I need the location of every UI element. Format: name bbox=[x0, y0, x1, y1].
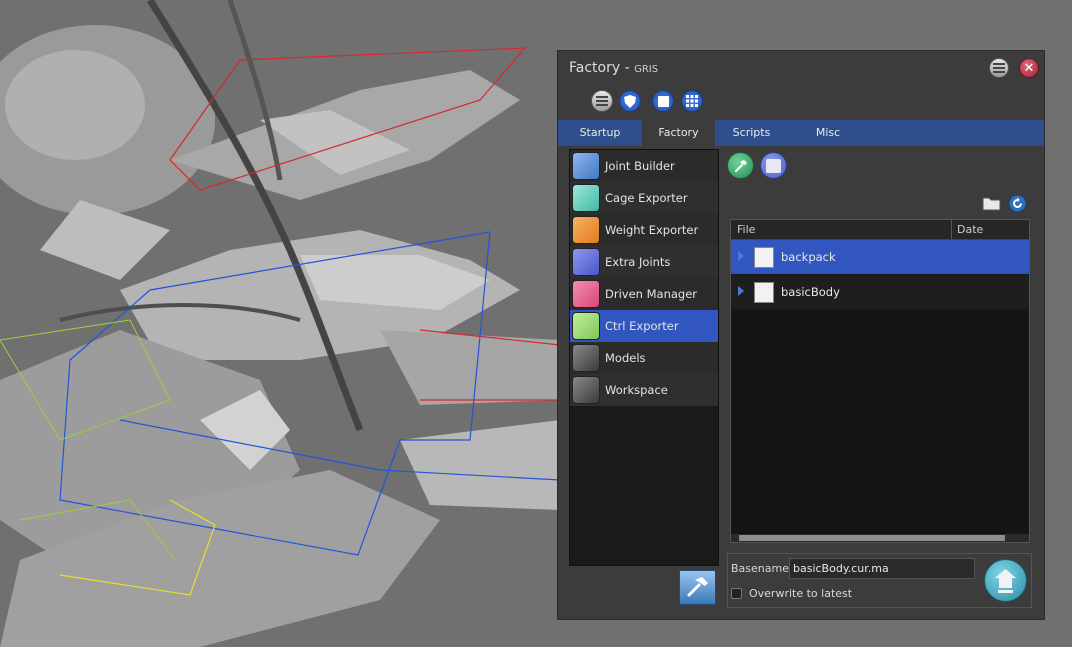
expand-arrow-icon[interactable] bbox=[738, 251, 744, 261]
close-button[interactable]: ✕ bbox=[1019, 58, 1039, 78]
shield-icon bbox=[624, 94, 636, 108]
tool-label: Cage Exporter bbox=[605, 191, 688, 205]
square-toolbar-button[interactable] bbox=[652, 90, 674, 112]
overwrite-label: Overwrite to latest bbox=[749, 587, 853, 600]
hammer-icon bbox=[734, 159, 747, 172]
tab-scripts[interactable]: Scripts bbox=[715, 120, 788, 146]
hamburger-icon bbox=[993, 63, 1005, 73]
window-title-main: Factory - bbox=[569, 60, 635, 76]
close-icon: ✕ bbox=[1023, 60, 1035, 76]
tab-bar: Startup Factory Scripts Misc bbox=[558, 120, 1044, 146]
tool-item-weight-exporter[interactable]: Weight Exporter bbox=[570, 214, 718, 246]
list-toolbar-button[interactable] bbox=[591, 90, 613, 112]
tool-item-driven-manager[interactable]: Driven Manager bbox=[570, 278, 718, 310]
build-button[interactable] bbox=[679, 570, 716, 605]
horizontal-scrollbar[interactable] bbox=[731, 534, 1029, 542]
window-title-sub: GRIS bbox=[634, 64, 659, 75]
tool-label: Joint Builder bbox=[605, 159, 675, 173]
tab-startup[interactable]: Startup bbox=[558, 120, 642, 146]
column-divider bbox=[951, 220, 952, 239]
tool-label: Workspace bbox=[605, 383, 668, 397]
tool-list[interactable]: Joint Builder Cage Exporter Weight Expor… bbox=[569, 149, 719, 566]
tab-factory[interactable]: Factory bbox=[642, 120, 715, 146]
export-home-icon bbox=[995, 569, 1016, 593]
tool-item-ctrl-exporter[interactable]: Ctrl Exporter bbox=[570, 310, 718, 342]
export-options: Basename Overwrite to latest bbox=[727, 553, 1032, 608]
column-header-date[interactable]: Date bbox=[957, 220, 983, 240]
tool-item-models[interactable]: Models bbox=[570, 342, 718, 374]
models-script-icon bbox=[572, 344, 600, 372]
ctrl-exporter-icon bbox=[572, 312, 600, 340]
file-name: backpack bbox=[781, 250, 836, 264]
expand-arrow-icon[interactable] bbox=[738, 286, 744, 296]
tool-label: Ctrl Exporter bbox=[605, 319, 679, 333]
maya-file-icon bbox=[754, 247, 774, 268]
list-icon bbox=[596, 96, 608, 106]
tool-label: Weight Exporter bbox=[605, 223, 699, 237]
tool-item-workspace[interactable]: Workspace bbox=[570, 374, 718, 406]
build-tool-button[interactable] bbox=[727, 152, 754, 179]
tool-item-extra-joints[interactable]: Extra Joints bbox=[570, 246, 718, 278]
basename-label: Basename bbox=[731, 562, 789, 575]
joint-builder-icon bbox=[572, 152, 600, 180]
cage-exporter-icon bbox=[572, 184, 600, 212]
file-table[interactable]: File Date backpack basicBody bbox=[730, 219, 1030, 543]
window-title: Factory - GRIS bbox=[569, 60, 658, 76]
refresh-button[interactable] bbox=[1008, 194, 1027, 213]
basename-input[interactable] bbox=[789, 558, 975, 579]
table-row[interactable]: backpack bbox=[731, 240, 1029, 274]
maya-file-icon bbox=[754, 282, 774, 303]
column-header-file[interactable]: File bbox=[737, 220, 755, 240]
scrollbar-thumb[interactable] bbox=[739, 535, 1005, 541]
tab-misc[interactable]: Misc bbox=[788, 120, 868, 146]
refresh-icon bbox=[1008, 194, 1027, 213]
tool-item-cage-exporter[interactable]: Cage Exporter bbox=[570, 182, 718, 214]
export-button[interactable] bbox=[984, 559, 1027, 602]
grid-toolbar-button[interactable] bbox=[681, 90, 703, 112]
tool-label: Extra Joints bbox=[605, 255, 671, 269]
tool-item-joint-builder[interactable]: Joint Builder bbox=[570, 150, 718, 182]
table-header: File Date bbox=[731, 220, 1029, 240]
file-name: basicBody bbox=[781, 285, 840, 299]
weight-exporter-icon bbox=[572, 216, 600, 244]
open-panel-button[interactable] bbox=[760, 152, 787, 179]
extra-joints-icon bbox=[572, 248, 600, 276]
tool-label: Driven Manager bbox=[605, 287, 698, 301]
table-row[interactable]: basicBody bbox=[731, 275, 1029, 309]
grid-icon bbox=[686, 95, 698, 107]
factory-window: Factory - GRIS ✕ Startup Factory Scripts… bbox=[557, 50, 1045, 620]
hammer-icon bbox=[687, 577, 708, 597]
overwrite-checkbox[interactable] bbox=[731, 588, 742, 599]
shield-toolbar-button[interactable] bbox=[619, 90, 641, 112]
window-icon bbox=[766, 158, 781, 173]
workspace-script-icon bbox=[572, 376, 600, 404]
window-menu-button[interactable] bbox=[989, 58, 1009, 78]
tool-label: Models bbox=[605, 351, 646, 365]
folder-icon bbox=[982, 197, 1001, 211]
folder-button[interactable] bbox=[982, 195, 1001, 211]
driven-manager-icon bbox=[572, 280, 600, 308]
square-icon bbox=[657, 95, 669, 107]
